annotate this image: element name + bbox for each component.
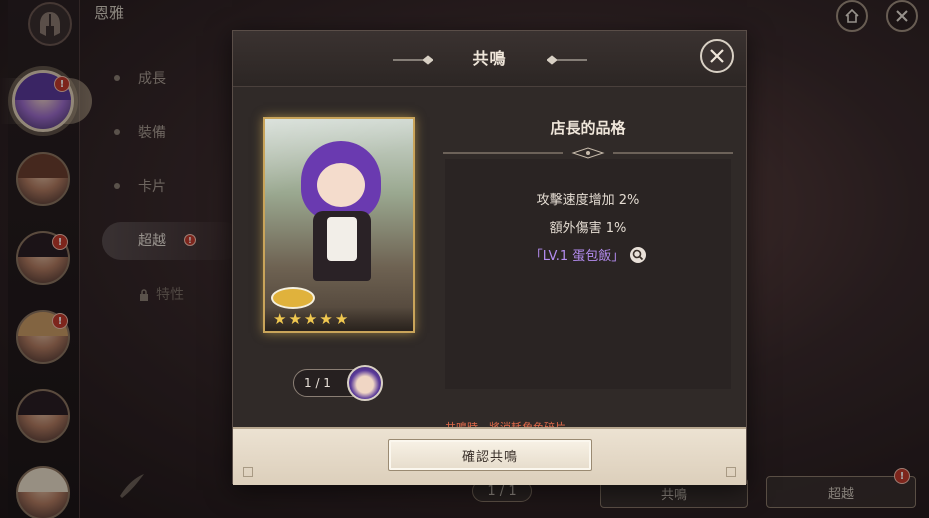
resonance-dialog: 共鳴 ★★★★★ 1 / 1 店長的品格 攻擊速度增加 2% 額外傷害 xyxy=(232,30,747,485)
card-star-rating: ★ ★ ★ ★ ★ xyxy=(265,307,413,331)
skill-name: 店長的品格 xyxy=(550,119,626,137)
dialog-title: 共鳴 xyxy=(472,49,507,68)
linked-item-label[interactable]: 「LV.1 蛋包飯」 xyxy=(530,249,625,264)
character-card[interactable]: ★ ★ ★ ★ ★ xyxy=(263,117,415,333)
ornate-divider xyxy=(443,147,733,159)
magnifier-icon[interactable] xyxy=(630,247,647,263)
effect-line: 額外傷害 1% xyxy=(549,221,627,236)
dialog-body: ★ ★ ★ ★ ★ 1 / 1 店長的品格 攻擊速度增加 2% 額外傷害 1% 「LV.… xyxy=(233,87,746,434)
card-owner-avatar xyxy=(347,365,383,401)
star-icon: ★ xyxy=(334,310,349,328)
close-button[interactable] xyxy=(700,39,734,73)
footer-ornament xyxy=(726,467,736,477)
skill-effects-box: 攻擊速度增加 2% 額外傷害 1% 「LV.1 蛋包飯」 xyxy=(445,159,731,389)
effect-line: 攻擊速度增加 2% xyxy=(536,193,640,208)
footer-ornament xyxy=(243,467,253,477)
star-icon: ★ xyxy=(319,310,333,328)
close-icon xyxy=(710,49,724,63)
star-icon: ★ xyxy=(303,310,318,328)
card-art-face xyxy=(317,163,365,207)
skill-info-panel: 店長的品格 攻擊速度增加 2% 額外傷害 1% 「LV.1 蛋包飯」 xyxy=(443,107,733,413)
confirm-resonance-button[interactable]: 確認共鳴 xyxy=(388,439,592,471)
star-icon: ★ xyxy=(288,310,302,328)
linked-item[interactable]: 「LV.1 蛋包飯」 xyxy=(445,245,731,264)
card-art-omelette xyxy=(271,287,315,309)
title-ornament-right xyxy=(547,55,587,65)
dialog-header: 共鳴 xyxy=(233,31,746,87)
dialog-footer: 確認共鳴 xyxy=(233,427,746,485)
star-icon: ★ xyxy=(273,310,287,328)
card-art-apron xyxy=(327,217,357,261)
